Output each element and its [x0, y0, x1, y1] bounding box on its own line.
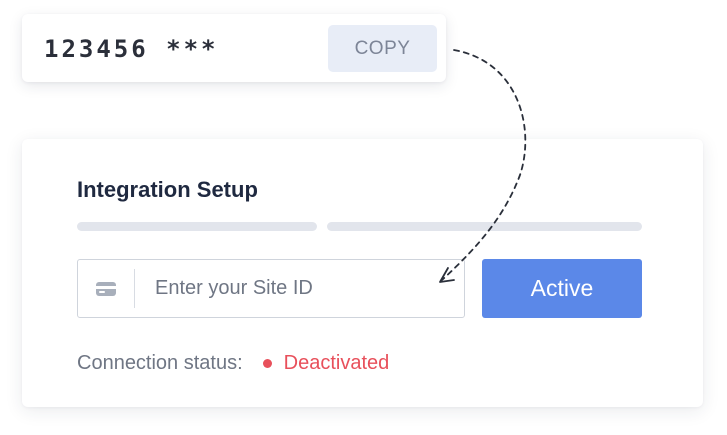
- id-card-icon: [78, 269, 135, 308]
- copy-button[interactable]: COPY: [328, 25, 437, 72]
- placeholder-bar-right: [327, 222, 642, 231]
- integration-illustration: 123456 *** COPY Integration Setup Active…: [0, 0, 727, 435]
- connection-status-value: Deactivated: [283, 352, 390, 374]
- active-button[interactable]: Active: [482, 259, 642, 318]
- card-title: Integration Setup: [77, 177, 258, 202]
- integration-setup-card: Integration Setup Active Connection stat…: [22, 139, 703, 407]
- site-id-input-group: [77, 259, 465, 318]
- connection-status-label: Connection status:: [77, 352, 243, 374]
- site-id-card: 123456 *** COPY: [22, 14, 446, 82]
- site-id-code: 123456 ***: [44, 35, 219, 63]
- placeholder-bar-left: [77, 222, 317, 231]
- connection-status-row: Connection status: Deactivated: [77, 350, 389, 376]
- site-id-input[interactable]: [135, 268, 464, 309]
- status-dot-icon: [262, 358, 272, 368]
